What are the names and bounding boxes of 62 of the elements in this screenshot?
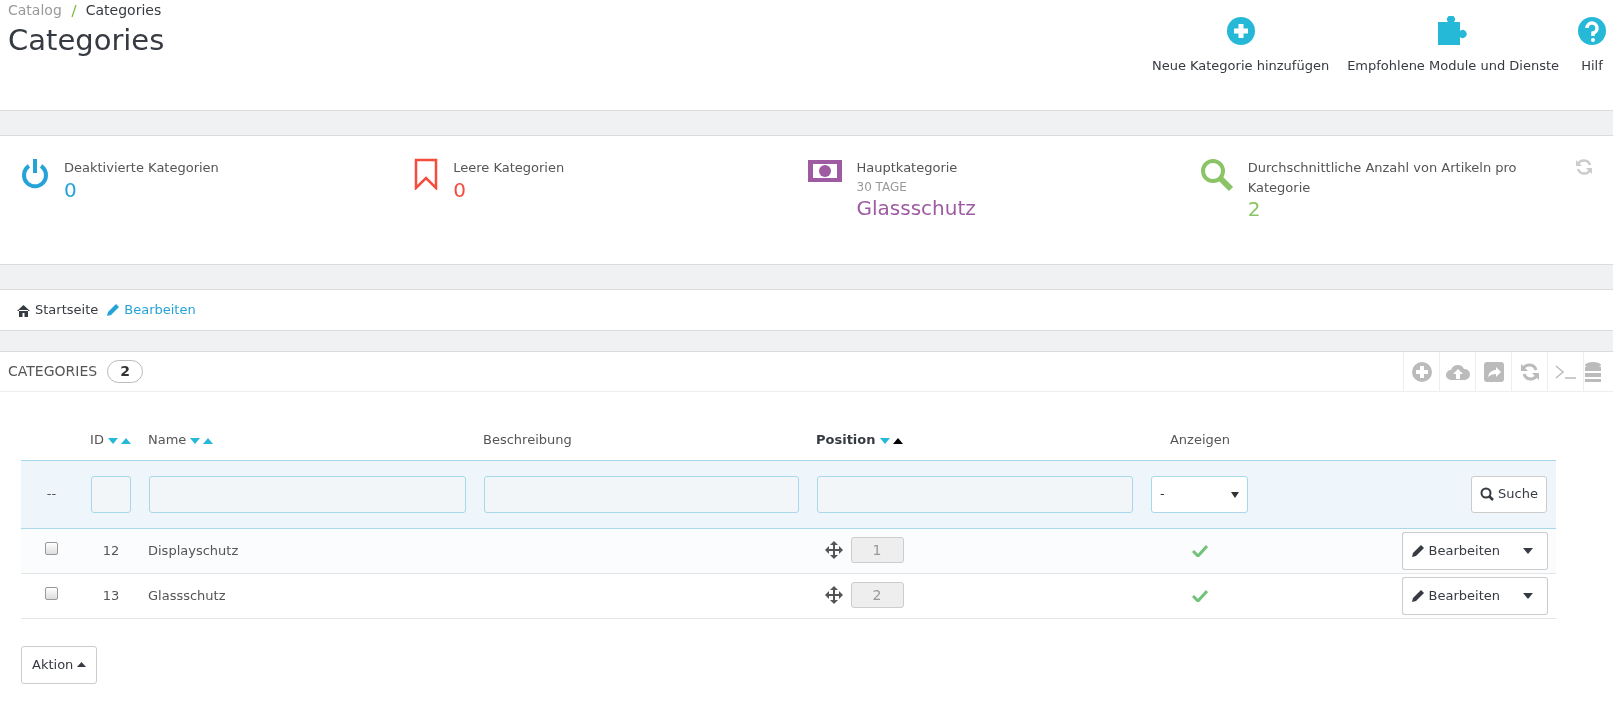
position-value: 1 [850, 536, 904, 563]
kpi-value: 0 [64, 177, 78, 202]
name-cell: Glassschutz [148, 587, 226, 603]
home-link[interactable]: Startseite [35, 300, 99, 320]
pencil-icon [1410, 588, 1425, 603]
terminal-icon[interactable] [1554, 363, 1577, 380]
pencil-icon [1410, 543, 1425, 558]
column-header: Anzeigen [1169, 432, 1231, 447]
kpi-label: Deaktivierte Kategorien [64, 159, 219, 177]
toolbar-button[interactable]: Empfohlene Module und Dienste [1347, 16, 1559, 76]
refresh-icon[interactable] [1575, 158, 1593, 176]
row-checkbox[interactable] [45, 541, 58, 555]
kpi-label: Durchschnittliche Anzahl von Artikeln pro Kategorie [1247, 159, 1518, 197]
toolbar-button[interactable]: Hilf [1577, 16, 1607, 76]
kpi-value: Glassschutz [856, 195, 976, 220]
search-icon [1480, 487, 1495, 501]
kpi-period: 30 TAGE [856, 178, 908, 196]
kpi-value: 2 [1247, 197, 1262, 221]
caret-icon [1522, 593, 1533, 600]
column-header: Name [148, 432, 187, 447]
column-header: ID [90, 432, 104, 447]
plus-icon [1225, 16, 1256, 46]
filter-select[interactable]: - [1151, 475, 1248, 513]
filter-field[interactable] [91, 475, 131, 513]
separator-icon [69, 4, 78, 18]
refresh-icon[interactable] [1519, 361, 1540, 382]
move-icon[interactable] [824, 585, 843, 604]
toolbar-button[interactable]: Neue Kategorie hinzufügen [1151, 16, 1330, 76]
move-icon[interactable] [824, 540, 843, 559]
pencil-icon [106, 303, 121, 317]
dropdown-toggle-button[interactable] [1508, 576, 1548, 615]
reset-filter[interactable]: -- [46, 486, 57, 502]
id-cell: 13 [102, 587, 120, 603]
kpi-value: 0 [453, 177, 467, 202]
filter-field[interactable] [484, 475, 799, 513]
panel-title: CATEGORIES [8, 362, 98, 381]
database-icon[interactable] [1584, 360, 1602, 383]
search-button[interactable]: Suche [1471, 475, 1547, 513]
caret-icon [1231, 491, 1239, 498]
page-title: Categories [8, 23, 165, 58]
edit-button[interactable]: Bearbeiten [1401, 531, 1508, 570]
help-icon [1577, 16, 1607, 46]
id-cell: 12 [102, 542, 120, 558]
home-icon [16, 303, 31, 317]
breadcrumb-link[interactable]: Categories [85, 0, 162, 21]
column-header: Beschreibung [483, 432, 572, 447]
column-header: Position [816, 432, 876, 447]
bulk-action-button[interactable]: Aktion [21, 645, 98, 684]
dropdown-toggle-button[interactable] [1508, 531, 1548, 570]
caret-up-icon [77, 662, 87, 667]
kpi-label: Leere Kategorien [453, 159, 565, 177]
add-icon[interactable] [1410, 360, 1433, 383]
sort-arrows-icon[interactable] [879, 436, 904, 445]
name-cell: Displayschutz [148, 542, 239, 558]
filter-field[interactable] [817, 475, 1133, 513]
row-checkbox[interactable] [45, 586, 58, 600]
filter-field[interactable] [149, 475, 466, 513]
kpi-label: Hauptkategorie [856, 159, 959, 177]
caret-icon [1522, 548, 1533, 555]
edit-button[interactable]: Bearbeiten [1401, 576, 1508, 615]
position-value: 2 [850, 581, 904, 608]
share-icon[interactable] [1483, 361, 1504, 382]
